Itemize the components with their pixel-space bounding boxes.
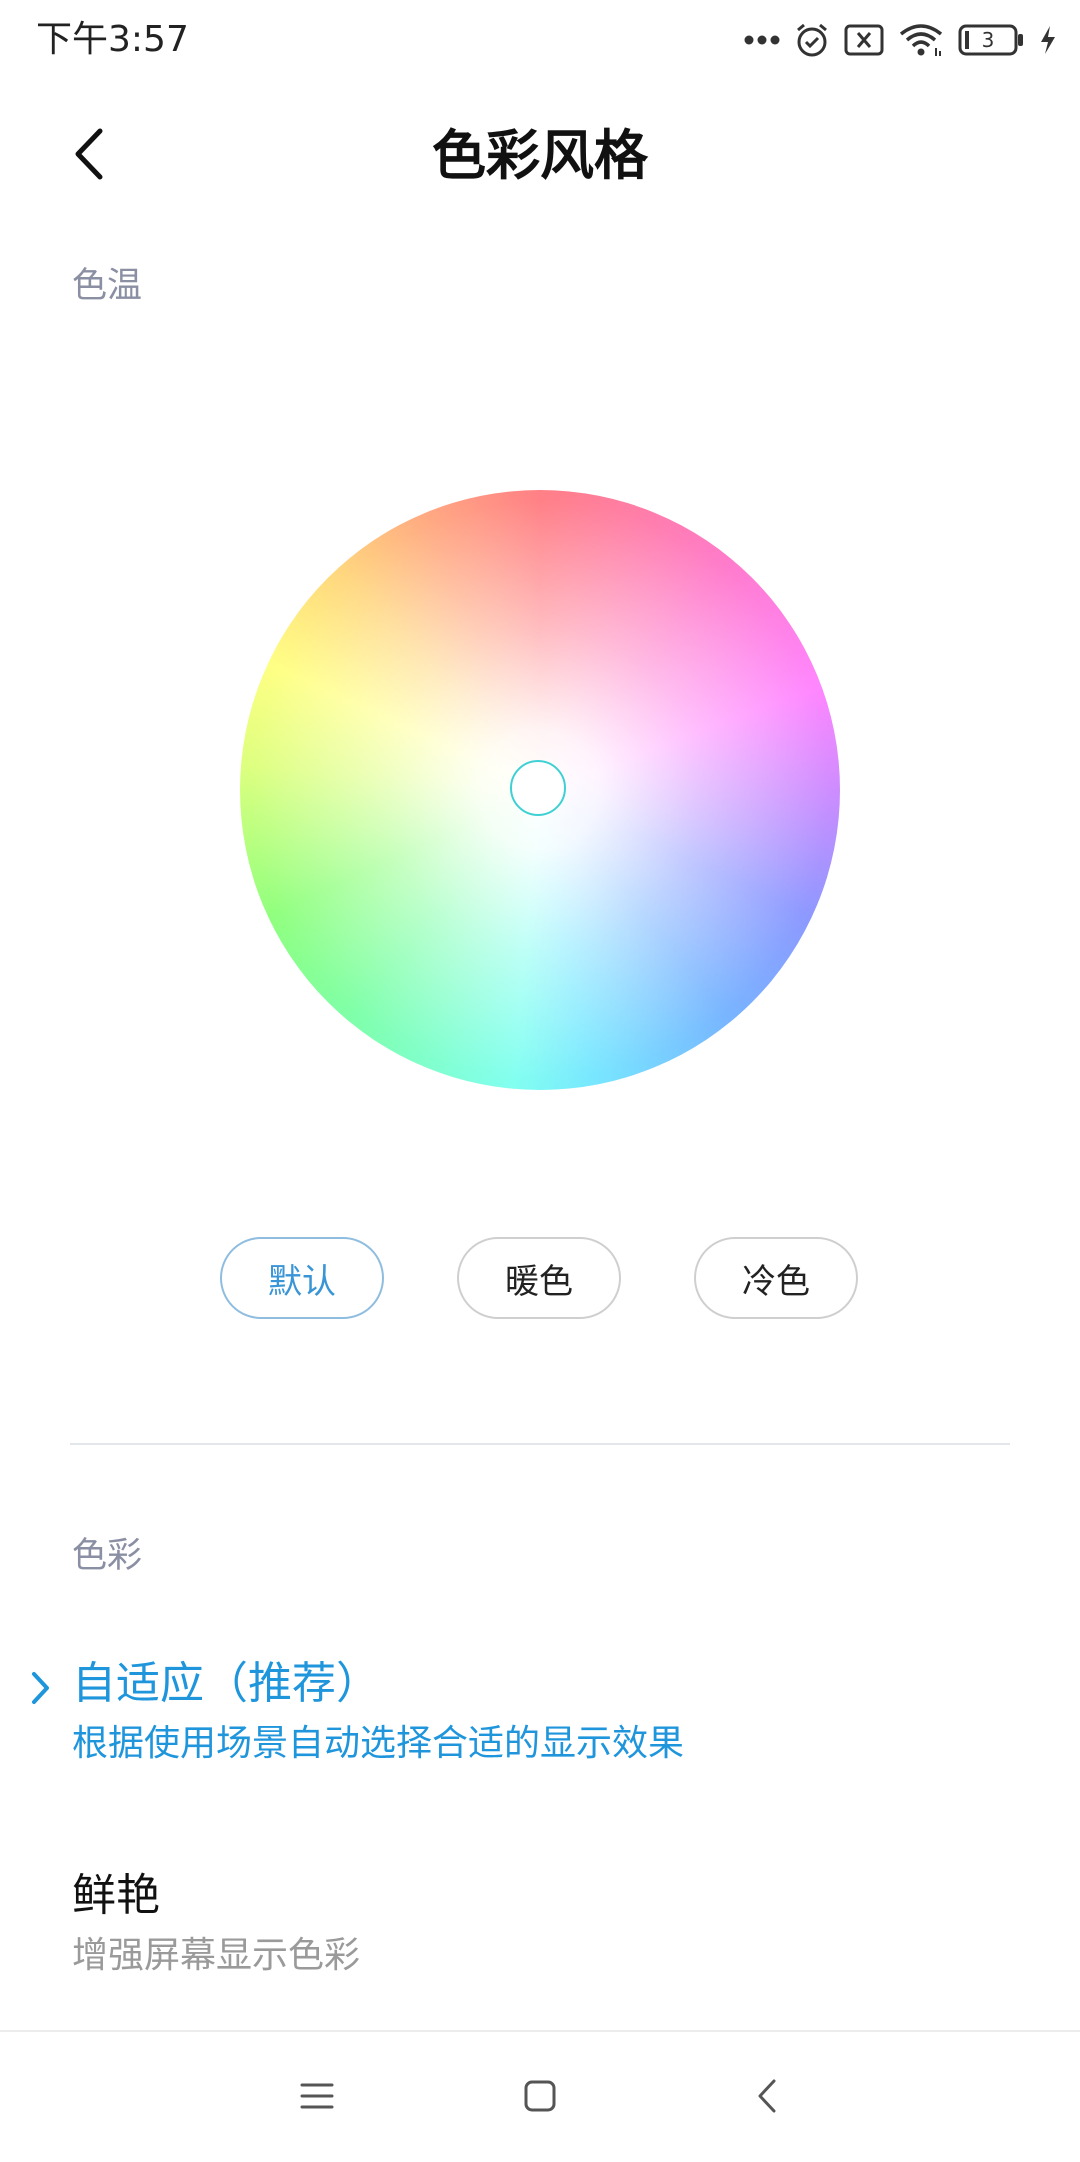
option-description: 根据使用场景自动选择合适的显示效果 (72, 1723, 685, 1764)
more-dots-icon (744, 34, 780, 46)
color-mode-label: 色彩 (72, 1536, 143, 1576)
page-title: 色彩风格 (432, 124, 648, 187)
selected-chevron-icon (30, 1670, 52, 1710)
status-time: 下午3:57 (36, 19, 189, 60)
option-description: 增强屏幕显示色彩 (72, 1935, 361, 1976)
color-wheel-handle[interactable] (510, 760, 566, 816)
color-option-vivid[interactable]: 鲜艳 增强屏幕显示色彩 (0, 1860, 1080, 2000)
menu-icon (299, 2081, 335, 2115)
battery-level: 3 (981, 28, 995, 52)
menu-button[interactable] (277, 2060, 357, 2136)
option-title: 自适应（推荐） (72, 1658, 380, 1709)
color-temperature-label: 色温 (72, 266, 143, 306)
section-divider (70, 1443, 1010, 1445)
back-icon (755, 2077, 779, 2119)
status-icons: 3 (744, 14, 1058, 66)
option-title: 鲜艳 (72, 1870, 160, 1921)
preset-warm-button[interactable]: 暖色 (457, 1237, 621, 1319)
preset-cool-button[interactable]: 冷色 (694, 1237, 858, 1319)
preset-default-button[interactable]: 默认 (220, 1237, 384, 1319)
alarm-icon (794, 21, 830, 59)
navigation-bar (0, 2030, 1080, 2162)
battery-icon: 3 (958, 24, 1024, 56)
wifi-icon (898, 22, 944, 58)
charging-icon (1038, 24, 1058, 56)
nav-back-button[interactable] (727, 2060, 807, 2136)
sim-off-icon (844, 24, 884, 56)
color-option-adaptive[interactable]: 自适应（推荐） 根据使用场景自动选择合适的显示效果 (0, 1648, 1080, 1788)
home-icon (523, 2079, 557, 2117)
home-button[interactable] (500, 2060, 580, 2136)
